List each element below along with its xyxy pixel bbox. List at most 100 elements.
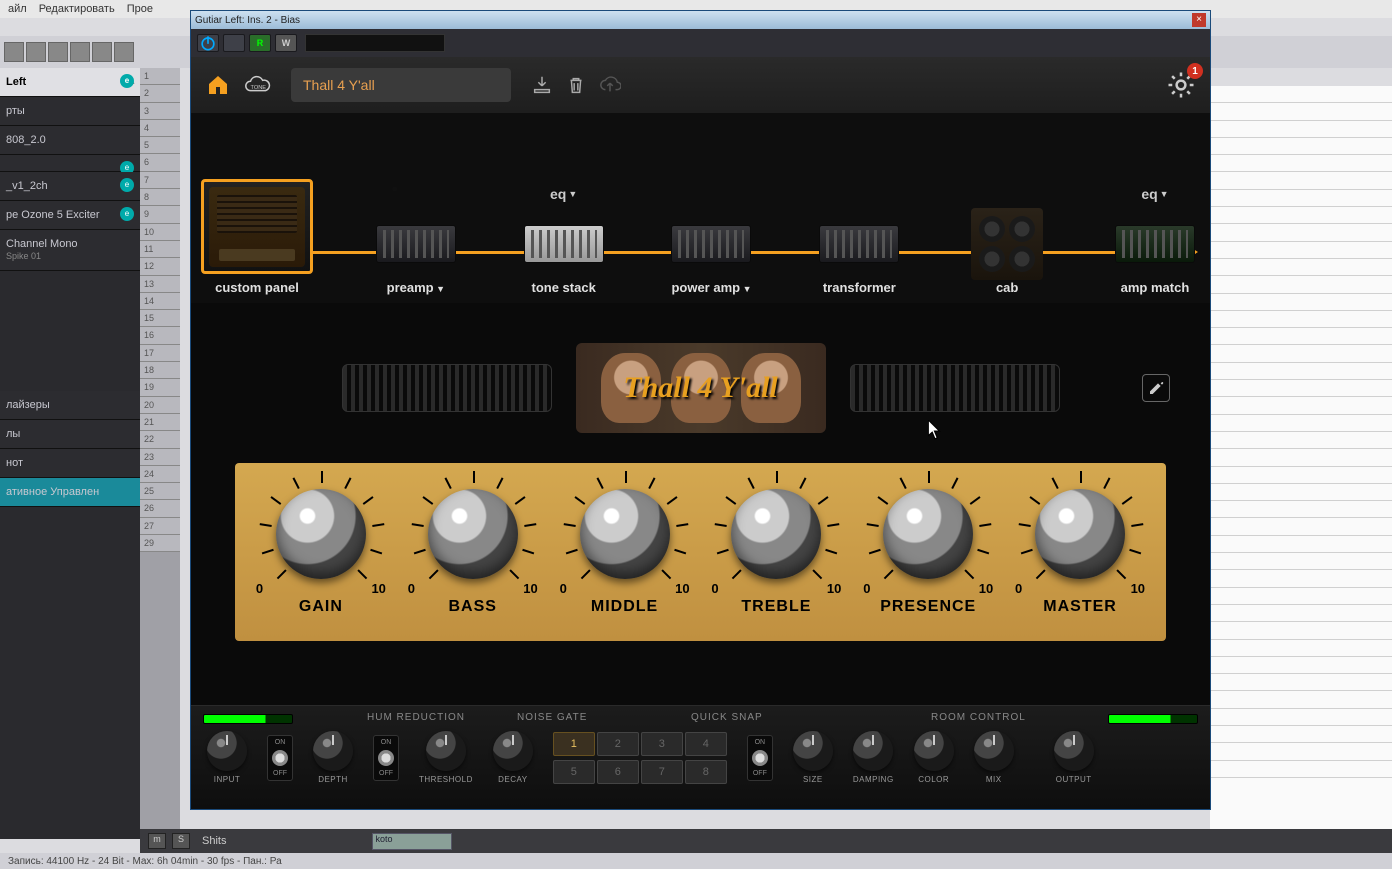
output-knob[interactable]: OUTPUT bbox=[1054, 731, 1094, 784]
mix-knob[interactable]: MIX bbox=[974, 731, 1014, 784]
track-number[interactable]: 10 bbox=[140, 224, 180, 241]
hum-toggle[interactable]: ONOFF bbox=[267, 735, 293, 781]
inspector-item[interactable]: рты bbox=[0, 97, 140, 126]
amp-knob-gain[interactable]: 010GAIN bbox=[256, 489, 386, 616]
toolbar-btn[interactable] bbox=[70, 42, 90, 62]
track-number[interactable]: 5 bbox=[140, 137, 180, 154]
amp-knob-bass[interactable]: 010BASS bbox=[408, 489, 538, 616]
midi-clip[interactable]: koto bbox=[372, 833, 452, 850]
track-number[interactable]: 3 bbox=[140, 103, 180, 120]
track-number[interactable]: 15 bbox=[140, 310, 180, 327]
quicksnap-slot-6[interactable]: 6 bbox=[597, 760, 639, 784]
track-number[interactable]: 23 bbox=[140, 449, 180, 466]
track-number[interactable]: 8 bbox=[140, 189, 180, 206]
edit-icon[interactable]: e bbox=[120, 178, 134, 192]
toolbar-btn[interactable] bbox=[26, 42, 46, 62]
quicksnap-slot-3[interactable]: 3 bbox=[641, 732, 683, 756]
bypass-button[interactable] bbox=[223, 34, 245, 52]
menu-file[interactable]: айл bbox=[8, 3, 27, 15]
inspector-item[interactable]: лайзеры bbox=[0, 391, 140, 420]
noise-toggle[interactable]: ONOFF bbox=[373, 735, 399, 781]
room-toggle[interactable]: ONOFF bbox=[747, 735, 773, 781]
chain-transformer[interactable]: transformer bbox=[814, 214, 904, 295]
inspector-item[interactable]: _v1_2che bbox=[0, 172, 140, 201]
inspector-item[interactable]: нот bbox=[0, 449, 140, 478]
inspector-item[interactable]: 808_2.0 bbox=[0, 126, 140, 155]
depth-knob[interactable]: DEPTH bbox=[313, 731, 353, 784]
inspector-item[interactable]: лы bbox=[0, 420, 140, 449]
arrangement-grid[interactable] bbox=[1210, 86, 1392, 839]
quicksnap-slot-2[interactable]: 2 bbox=[597, 732, 639, 756]
inspector-item[interactable]: ативное Управлен bbox=[0, 478, 140, 507]
inspector-item[interactable]: pe Ozone 5 Excitere bbox=[0, 201, 140, 230]
quicksnap-slot-7[interactable]: 7 bbox=[641, 760, 683, 784]
track-number[interactable]: 26 bbox=[140, 500, 180, 517]
inspector-item[interactable]: Channel MonoSpike 01 bbox=[0, 230, 140, 271]
track-number[interactable]: 2 bbox=[140, 85, 180, 102]
edit-panel-icon[interactable] bbox=[1142, 374, 1170, 402]
track-number[interactable]: 9 bbox=[140, 206, 180, 223]
amp-knob-master[interactable]: 010MASTER bbox=[1015, 489, 1145, 616]
track-number[interactable]: 27 bbox=[140, 518, 180, 535]
track-number[interactable]: 7 bbox=[140, 172, 180, 189]
chain-amp-match[interactable]: eq amp match bbox=[1110, 214, 1200, 295]
chain-custom-panel[interactable]: custom panel bbox=[201, 179, 313, 295]
read-automation-button[interactable]: R bbox=[249, 34, 271, 52]
quicksnap-slot-8[interactable]: 8 bbox=[685, 760, 727, 784]
track-number[interactable]: 11 bbox=[140, 241, 180, 258]
menu-edit[interactable]: Редактировать bbox=[39, 3, 115, 15]
write-automation-button[interactable]: W bbox=[275, 34, 297, 52]
threshold-knob[interactable]: THRESHOLD bbox=[419, 731, 473, 784]
amp-knob-treble[interactable]: 010TREBLE bbox=[711, 489, 841, 616]
track-number[interactable]: 17 bbox=[140, 345, 180, 362]
track-number[interactable]: 25 bbox=[140, 483, 180, 500]
plugin-titlebar[interactable]: Gutiar Left: Ins. 2 - Bias × bbox=[191, 11, 1210, 29]
track-number[interactable]: 22 bbox=[140, 431, 180, 448]
solo-button[interactable]: S bbox=[172, 833, 190, 849]
menu-project[interactable]: Прое bbox=[127, 3, 153, 15]
toolbar-btn[interactable] bbox=[92, 42, 112, 62]
input-knob[interactable]: INPUT bbox=[207, 731, 247, 784]
quicksnap-slot-5[interactable]: 5 bbox=[553, 760, 595, 784]
eq-insert-icon[interactable]: eq bbox=[1141, 186, 1168, 202]
damping-knob[interactable]: DAMPING bbox=[853, 731, 894, 784]
track-number[interactable]: 12 bbox=[140, 258, 180, 275]
chain-power-amp[interactable]: power amp bbox=[666, 214, 756, 295]
track-number[interactable]: 14 bbox=[140, 293, 180, 310]
quicksnap-slot-1[interactable]: 1 bbox=[553, 732, 595, 756]
save-icon[interactable] bbox=[531, 74, 553, 96]
eq-insert-icon[interactable]: eq bbox=[550, 186, 577, 202]
mute-button[interactable]: m bbox=[148, 833, 166, 849]
trash-icon[interactable] bbox=[565, 74, 587, 96]
track-number[interactable]: 19 bbox=[140, 379, 180, 396]
track-number[interactable]: 16 bbox=[140, 327, 180, 344]
amp-knob-middle[interactable]: 010MIDDLE bbox=[560, 489, 690, 616]
tonecloud-icon[interactable]: TONE bbox=[243, 74, 273, 96]
edit-icon[interactable]: e bbox=[120, 207, 134, 221]
chain-cab[interactable]: cab bbox=[962, 214, 1052, 295]
track-number[interactable]: 29 bbox=[140, 535, 180, 552]
track-number[interactable]: 1 bbox=[140, 68, 180, 85]
amp-knob-presence[interactable]: 010PRESENCE bbox=[863, 489, 993, 616]
preset-dropdown[interactable] bbox=[305, 34, 445, 52]
toolbar-btn[interactable] bbox=[48, 42, 68, 62]
track-number[interactable]: 24 bbox=[140, 466, 180, 483]
close-icon[interactable]: × bbox=[1192, 13, 1206, 27]
track-number[interactable]: 21 bbox=[140, 414, 180, 431]
preset-name-display[interactable]: Thall 4 Y'all bbox=[291, 68, 511, 102]
color-knob[interactable]: COLOR bbox=[914, 731, 954, 784]
size-knob[interactable]: SIZE bbox=[793, 731, 833, 784]
toolbar-btn[interactable] bbox=[114, 42, 134, 62]
quicksnap-slot-4[interactable]: 4 bbox=[685, 732, 727, 756]
home-icon[interactable] bbox=[205, 73, 231, 97]
inspector-item[interactable]: e bbox=[0, 155, 140, 172]
chain-preamp[interactable]: preamp bbox=[371, 214, 461, 295]
track-number[interactable]: 4 bbox=[140, 120, 180, 137]
power-icon[interactable] bbox=[197, 34, 219, 52]
decay-knob[interactable]: DECAY bbox=[493, 731, 533, 784]
toolbar-btn[interactable] bbox=[4, 42, 24, 62]
settings-icon[interactable]: 1 bbox=[1166, 70, 1196, 100]
upload-cloud-icon[interactable] bbox=[599, 74, 621, 96]
track-number[interactable]: 20 bbox=[140, 397, 180, 414]
track-header[interactable]: Left▸e bbox=[0, 68, 140, 97]
